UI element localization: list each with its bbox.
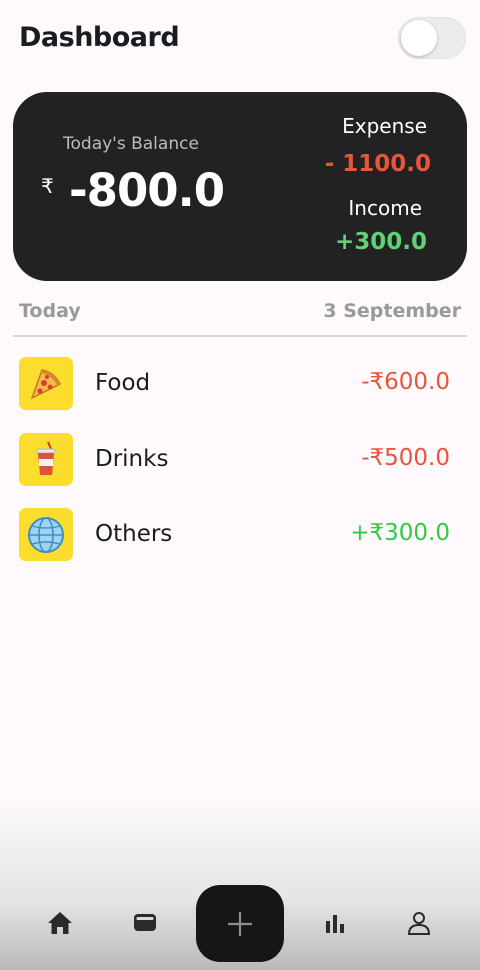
date-value: 3 September	[323, 300, 461, 322]
transaction-item-drinks[interactable]: Drinks -₹500.0	[19, 432, 450, 509]
transaction-list: Food -₹600.0 Drinks -₹500.0 Others +₹300…	[19, 357, 450, 584]
stats-icon	[326, 915, 344, 933]
date-row: Today 3 September	[19, 300, 461, 324]
profile-icon	[407, 912, 431, 935]
date-today-label: Today	[19, 300, 81, 322]
transaction-amount: -₹500.0	[361, 444, 450, 471]
income-label: Income	[348, 196, 422, 220]
transaction-name: Drinks	[95, 445, 169, 472]
nav-wallet[interactable]	[125, 902, 165, 942]
expense-amount: - 1100.0	[324, 151, 431, 177]
globe-icon	[19, 508, 73, 561]
home-icon	[48, 912, 72, 934]
add-icon	[228, 911, 252, 936]
transaction-name: Food	[95, 370, 151, 396]
toggle-knob	[401, 20, 437, 56]
theme-toggle[interactable]	[398, 17, 466, 59]
balance-label: Today's Balance	[63, 134, 199, 154]
add-transaction-button[interactable]	[196, 885, 284, 962]
pizza-icon	[19, 357, 73, 410]
bottom-nav	[0, 880, 480, 970]
income-amount: +300.0	[334, 229, 427, 255]
transaction-name: Others	[95, 521, 173, 547]
transaction-amount: +₹300.0	[350, 520, 450, 546]
header: Dashboard	[19, 17, 466, 60]
expense-label: Expense	[342, 114, 427, 138]
currency-symbol: ₹	[41, 174, 54, 198]
divider	[13, 335, 467, 337]
transaction-item-others[interactable]: Others +₹300.0	[19, 508, 450, 584]
drink-cup-icon	[19, 432, 73, 486]
page-title: Dashboard	[19, 22, 180, 53]
nav-stats[interactable]	[315, 904, 355, 944]
balance-amount: -800.0	[69, 164, 225, 217]
nav-home[interactable]	[40, 903, 80, 943]
transaction-item-food[interactable]: Food -₹600.0	[19, 357, 450, 433]
transaction-amount: -₹600.0	[361, 369, 450, 395]
wallet-icon	[134, 914, 156, 931]
nav-profile[interactable]	[399, 903, 439, 943]
balance-card: Today's Balance ₹ -800.0 Expense - 1100.…	[13, 92, 467, 281]
